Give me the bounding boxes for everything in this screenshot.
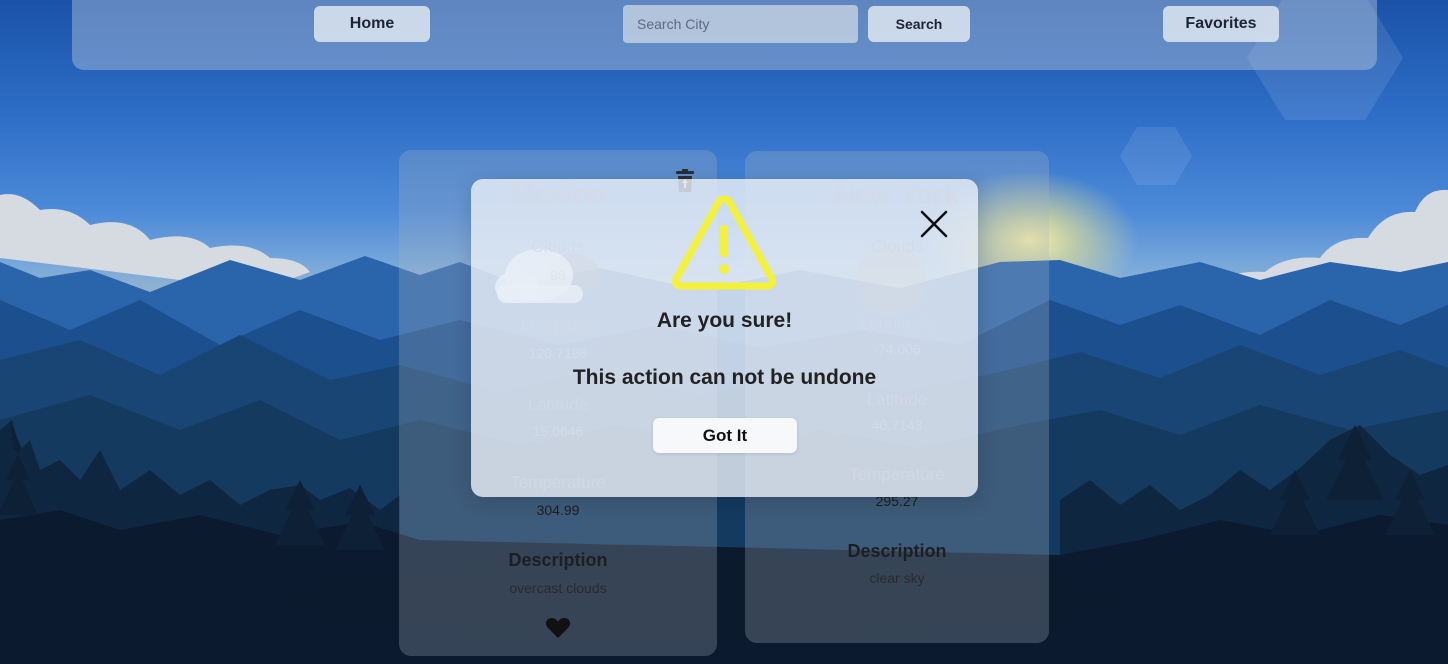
confirm-dialog: Are you sure! This action can not be und… [471, 179, 978, 497]
top-navbar: Home Search Favorites [72, 0, 1377, 70]
description-label: Description [847, 541, 947, 561]
favorites-button[interactable]: Favorites [1163, 6, 1279, 42]
app-stage: Home Search Favorites Mexico Clouds 98 L… [0, 0, 1448, 664]
home-button[interactable]: Home [314, 6, 430, 42]
dialog-title: Are you sure! [656, 309, 793, 332]
dialog-message: This action can not be undone [572, 366, 877, 389]
description-value: clear sky [869, 570, 925, 586]
search-button[interactable]: Search [868, 6, 970, 42]
search-city-input[interactable] [623, 5, 858, 43]
got-it-button[interactable]: Got It [653, 418, 797, 453]
temperature-value: 304.99 [536, 502, 580, 518]
description-label: Description [508, 550, 608, 570]
hexagon-decoration [1120, 127, 1192, 185]
close-icon[interactable] [918, 208, 950, 240]
warning-icon [672, 195, 776, 290]
description-value: overcast clouds [509, 580, 607, 596]
heart-icon[interactable] [545, 617, 571, 639]
